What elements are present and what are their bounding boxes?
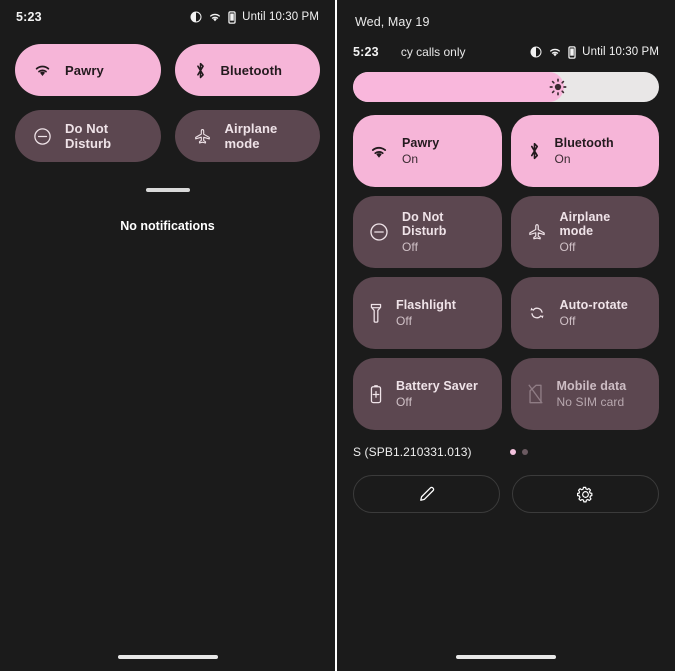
status-icon-group: [190, 10, 236, 24]
settings-button[interactable]: [512, 475, 659, 513]
qs-tile-text: Bluetooth On: [555, 136, 614, 166]
wifi-icon: [369, 143, 389, 160]
edit-tiles-button[interactable]: [353, 475, 500, 513]
status-right-group: Until 10:30 PM: [190, 10, 319, 24]
dual-screenshot-container: 5:23 Until 10:30 PM Pawry Bluetooth Do N…: [0, 0, 675, 671]
qs-tile-label: Do Not Disturb: [402, 210, 447, 238]
qs-tile-state: Off: [396, 395, 413, 409]
home-indicator[interactable]: [117, 655, 218, 659]
qs-tile-wifi[interactable]: Pawry On: [353, 115, 502, 187]
qs-tile-airplane-mode[interactable]: Airplane mode Off: [510, 196, 659, 268]
brightness-slider[interactable]: [353, 72, 659, 102]
vibrate-icon: [228, 10, 236, 24]
qs-tile-state: No SIM card: [556, 395, 625, 409]
qs-tile-text: Flashlight Off: [396, 298, 456, 328]
left-shade-panel: 5:23 Until 10:30 PM Pawry Bluetooth Do N…: [0, 0, 337, 671]
auto-rotate-icon: [527, 303, 547, 323]
carrier-label: cy calls only: [400, 45, 466, 59]
dnd-icon: [369, 222, 389, 242]
left-quick-tiles-grid: Pawry Bluetooth Do Not Disturb Airplane …: [0, 34, 335, 162]
qs-tile-state: Off: [402, 240, 419, 254]
qs-tile-label: Flashlight: [396, 298, 457, 312]
wifi-icon: [548, 46, 562, 58]
qs-tile-label: Pawry: [402, 136, 440, 150]
page-dot[interactable]: [521, 449, 528, 455]
qs-tile-state: Off: [559, 240, 576, 254]
quick-settings-tile-grid: Pawry On Bluetooth On Do Not Disturb Off…: [337, 102, 675, 430]
battery-saver-icon: [369, 384, 383, 404]
qs-tile-do-not-disturb[interactable]: Do Not Disturb Off: [353, 196, 502, 268]
qs-tile-auto-rotate[interactable]: Auto-rotate Off: [510, 277, 659, 349]
dnd-icon: [33, 127, 52, 146]
qs-tile-text: Mobile data No SIM card: [557, 379, 627, 409]
left-status-bar: 5:23 Until 10:30 PM: [0, 0, 335, 34]
qs-tile-bluetooth[interactable]: Bluetooth On: [510, 115, 659, 187]
quick-tile-label: Do Not Disturb: [65, 121, 112, 151]
page-indicator: [509, 449, 528, 455]
status-right-group: Until 10:30 PM: [530, 45, 659, 59]
status-clock: 5:23: [16, 10, 42, 24]
dnd-until-text: Until 10:30 PM: [582, 46, 659, 58]
dnd-until-text: Until 10:30 PM: [242, 11, 319, 23]
bluetooth-icon: [193, 61, 208, 80]
quick-tile-wifi[interactable]: Pawry: [15, 44, 161, 96]
build-version-label: S (SPB1.210331.013): [353, 445, 472, 459]
shade-drag-handle[interactable]: [145, 188, 190, 192]
airplane-icon: [193, 127, 212, 146]
qs-tile-text: Airplane mode Off: [560, 210, 644, 254]
right-quick-settings-panel: Wed, May 19 5:23 cy calls only Until 10:…: [337, 0, 675, 671]
qs-tile-label: Auto-rotate: [559, 298, 628, 312]
airplane-icon: [527, 222, 547, 242]
dnd-icon: [530, 46, 542, 58]
pencil-icon: [417, 484, 437, 504]
qs-tile-text: Do Not Disturb Off: [402, 210, 486, 254]
date-text: Wed, May 19: [355, 15, 430, 29]
status-clock: 5:23: [353, 45, 379, 59]
brightness-icon: [549, 78, 567, 96]
wifi-icon: [33, 62, 52, 78]
qs-tile-state: Off: [559, 314, 576, 328]
qs-tile-text: Auto-rotate Off: [560, 298, 628, 328]
no-notifications-text: No notifications: [120, 219, 215, 233]
home-indicator[interactable]: [456, 655, 556, 659]
qs-tile-label: Battery Saver: [396, 379, 478, 393]
page-dot-active[interactable]: [509, 449, 516, 455]
gear-icon: [576, 485, 595, 504]
vibrate-icon: [568, 45, 576, 59]
quick-tile-label: Airplane mode: [224, 121, 278, 151]
qs-tile-label: Bluetooth: [554, 136, 614, 150]
no-sim-icon: [527, 384, 544, 404]
bluetooth-icon: [527, 141, 542, 161]
status-icon-group: [530, 45, 576, 59]
qs-tile-text: Battery Saver Off: [396, 379, 478, 409]
qs-footer-buttons: [337, 459, 675, 513]
qs-tile-flashlight[interactable]: Flashlight Off: [353, 277, 502, 349]
brightness-slider-fill: [353, 72, 565, 102]
right-status-bar: 5:23 cy calls only Until 10:30 PM: [337, 29, 675, 59]
qs-tile-label: Airplane mode: [559, 210, 611, 238]
qs-tile-label: Mobile data: [556, 379, 627, 393]
qs-tile-text: Pawry On: [402, 136, 439, 166]
qs-tile-state: On: [402, 152, 419, 166]
flashlight-icon: [369, 303, 383, 323]
qs-tile-mobile-data[interactable]: Mobile data No SIM card: [510, 358, 659, 430]
quick-tile-airplane-mode[interactable]: Airplane mode: [174, 110, 320, 162]
quick-tile-label: Pawry: [65, 62, 104, 78]
quick-tile-label: Bluetooth: [220, 62, 283, 78]
qs-tile-battery-saver[interactable]: Battery Saver Off: [353, 358, 502, 430]
quick-tile-bluetooth[interactable]: Bluetooth: [174, 44, 320, 96]
wifi-icon: [208, 11, 222, 23]
quick-tile-do-not-disturb[interactable]: Do Not Disturb: [15, 110, 161, 162]
qs-footer-info-row: S (SPB1.210331.013): [337, 430, 675, 459]
dnd-icon: [190, 11, 202, 23]
qs-tile-state: On: [554, 152, 571, 166]
qs-tile-state: Off: [396, 314, 413, 328]
